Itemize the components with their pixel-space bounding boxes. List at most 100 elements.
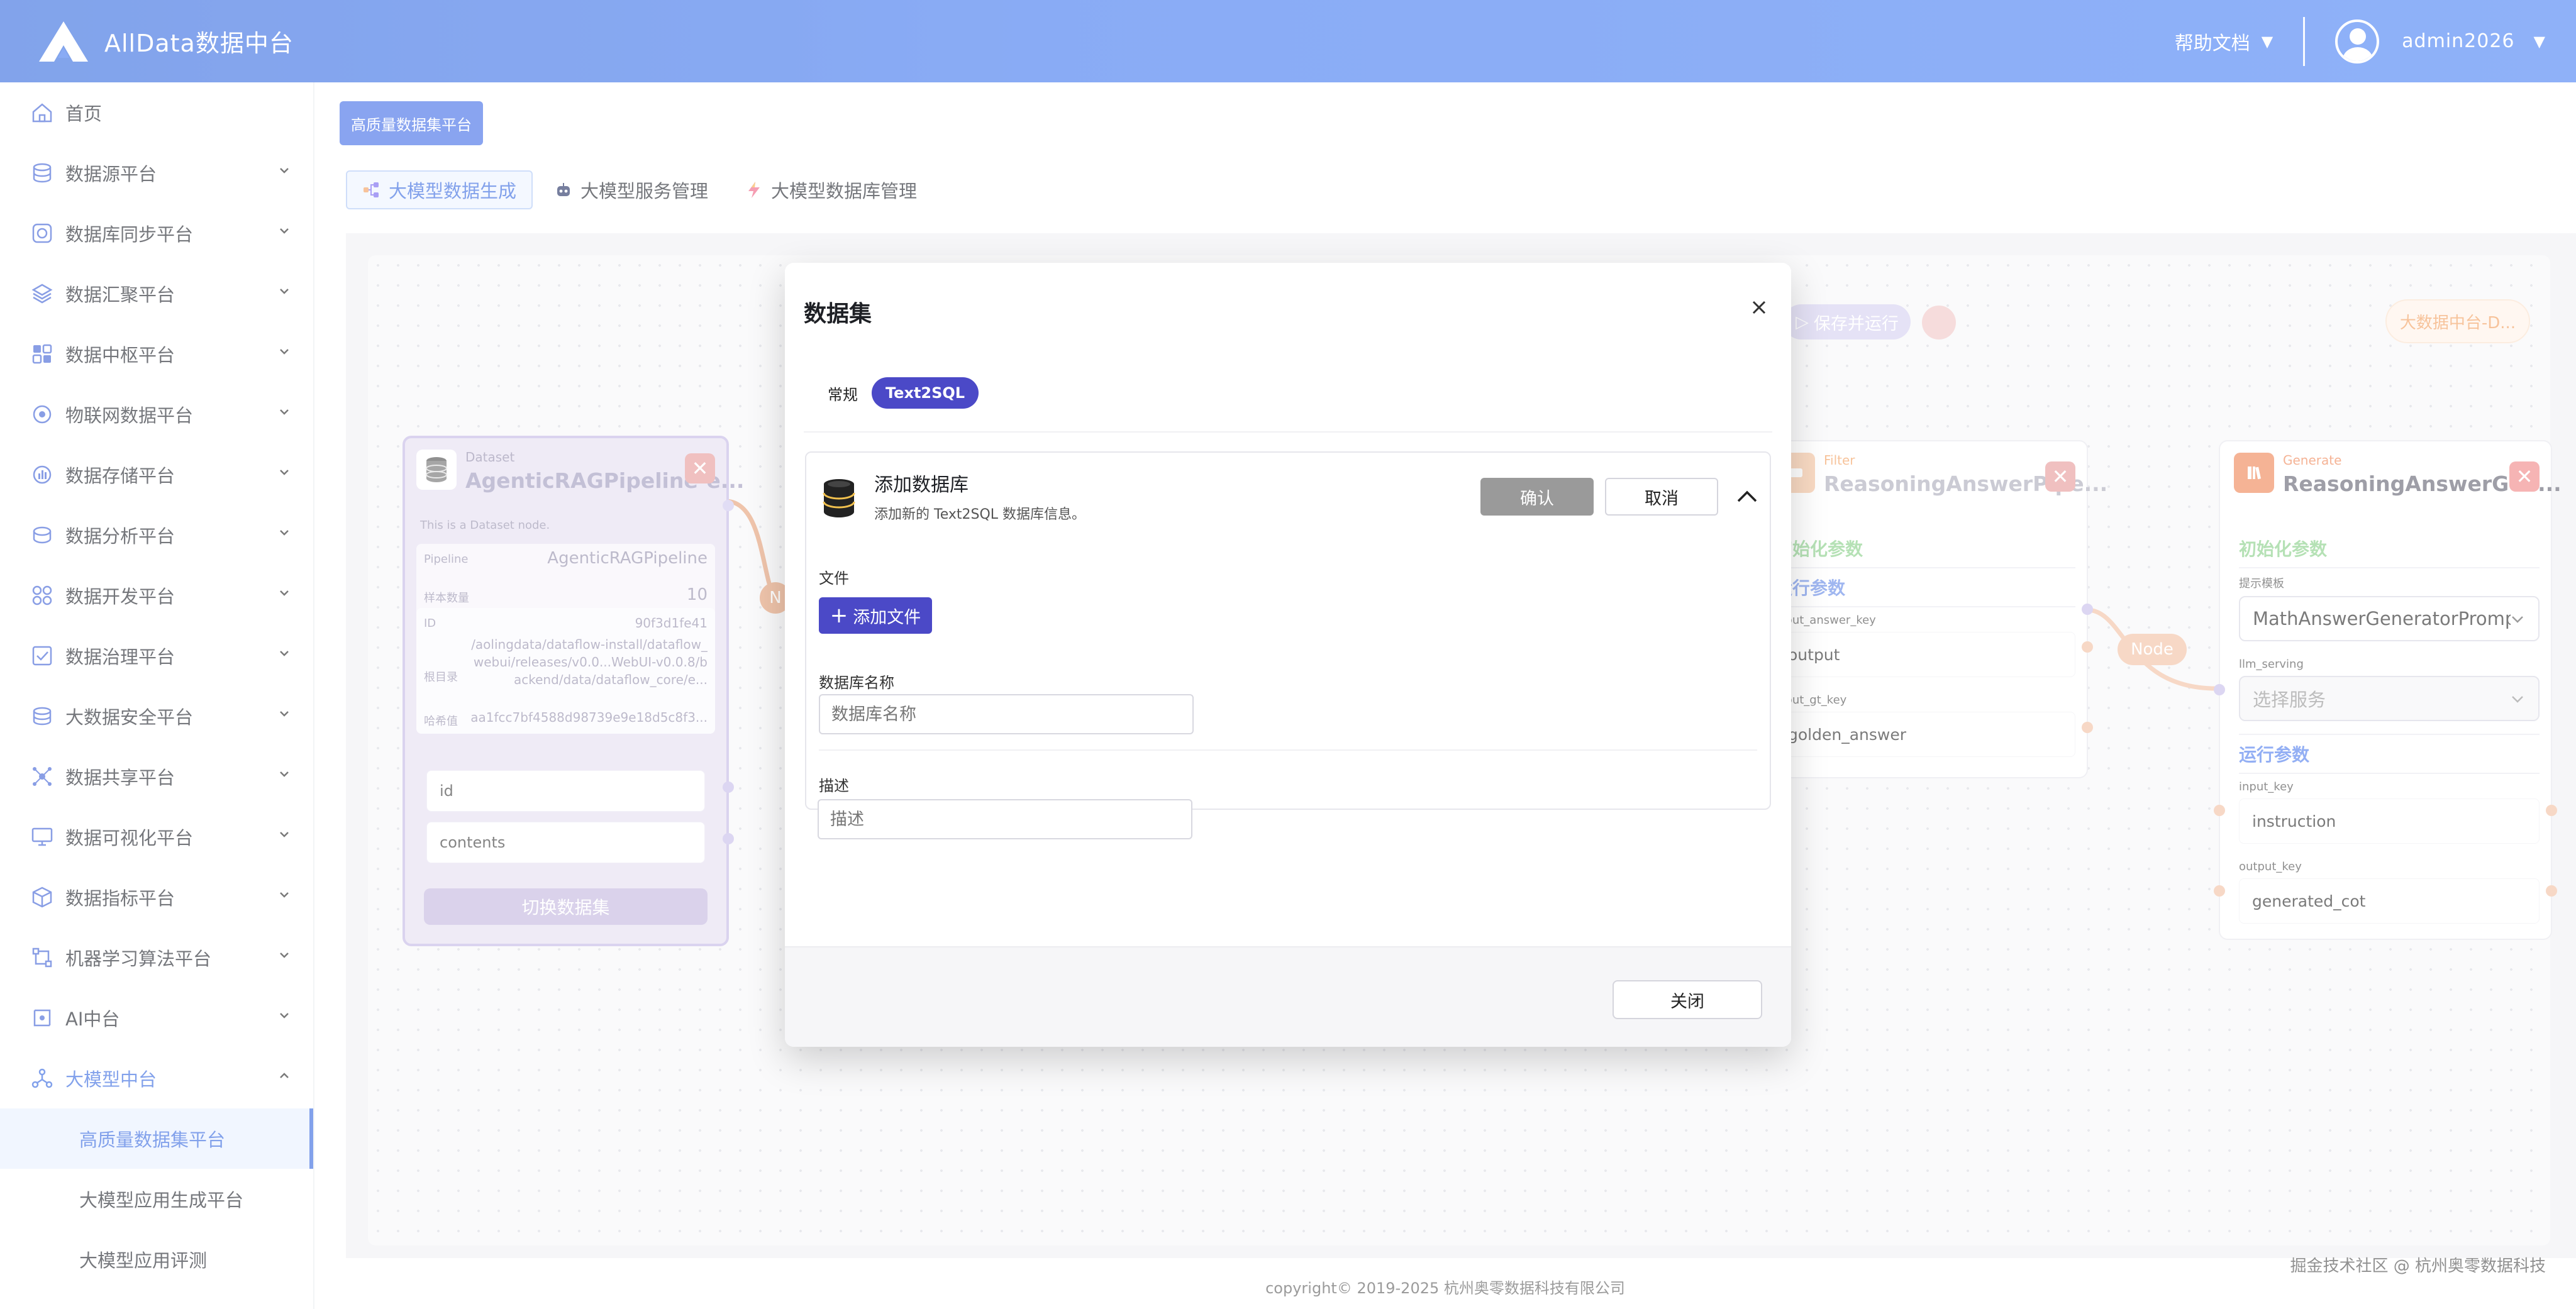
add-file-label: 添加文件: [853, 607, 921, 627]
generate-node[interactable]: Generate ReasoningAnswerGen... ✕ 初始化参数 提…: [2214, 440, 2562, 940]
chevron-up-icon[interactable]: [1735, 484, 1760, 509]
main-tabs: 大模型数据生成 大模型服务管理 大模型数据库管理: [346, 170, 932, 209]
tab-llm-db[interactable]: 大模型数据库管理: [730, 170, 932, 209]
dataset-modal: 数据集 常规 Text2SQL 添加数据库 添加新的 Text2SQL 数据库信…: [785, 263, 1791, 1047]
input-port[interactable]: [2214, 885, 2225, 897]
output-port[interactable]: [723, 500, 734, 511]
close-icon[interactable]: ✕: [2045, 461, 2075, 492]
output-port[interactable]: [723, 833, 734, 844]
sidebar-item-label: 数据共享平台: [65, 767, 175, 788]
sidebar-item[interactable]: 数据治理平台: [0, 626, 313, 686]
card-desc: 添加新的 Text2SQL 数据库信息。: [874, 507, 1086, 522]
sync-icon: [30, 221, 54, 245]
tab-llm-service[interactable]: 大模型服务管理: [539, 170, 723, 209]
param-value[interactable]: instruction: [2239, 798, 2540, 844]
chevron-down-icon: [280, 530, 289, 536]
tab-llm-data-gen[interactable]: 大模型数据生成: [346, 170, 533, 209]
sidebar-item[interactable]: 首页: [0, 82, 313, 143]
prompt-label: 提示模板: [2239, 577, 2284, 590]
sidebar-item[interactable]: 数据分析平台: [0, 505, 313, 565]
close-button[interactable]: 关闭: [1613, 980, 1762, 1019]
id-value: 90f3d1fe41: [635, 616, 708, 631]
sidebar-item-label: AI中台: [65, 1008, 120, 1030]
run-params-title: 运行参数: [2239, 744, 2310, 765]
output-port[interactable]: [2082, 722, 2093, 733]
llm-serving-select[interactable]: 选择服务: [2239, 676, 2540, 721]
save-and-run-button[interactable]: ▷ 保存并运行: [1784, 304, 1911, 340]
db-name-input[interactable]: [819, 694, 1194, 734]
sidebar-item[interactable]: 数据库同步平台: [0, 203, 313, 263]
divider: [2239, 773, 2540, 774]
edge-node-pill[interactable]: Node: [2118, 634, 2187, 665]
sidebar-subitem[interactable]: 大模型应用评测: [0, 1229, 313, 1290]
field-id[interactable]: id: [426, 770, 705, 812]
hash-value: aa1fcc7bf4588d98739e9e18d5c8f3...: [470, 710, 708, 725]
project-tag[interactable]: 大数据中台-D...: [2385, 299, 2530, 343]
llm-icon: [30, 1066, 54, 1090]
trash-icon[interactable]: [1922, 306, 1956, 340]
switch-dataset-button[interactable]: 切换数据集: [424, 888, 708, 925]
output-port[interactable]: [2082, 604, 2093, 615]
chevron-down-icon: [280, 953, 289, 958]
sidebar-item[interactable]: 数据指标平台: [0, 867, 313, 927]
sidebar-item[interactable]: 数据源平台: [0, 143, 313, 203]
serving-placeholder: 选择服务: [2253, 689, 2326, 710]
root-value: /aolingdata/dataflow-install/dataflow_we…: [471, 637, 708, 687]
param-label: input_key: [2239, 780, 2294, 793]
user-menu[interactable]: admin2026 ▼: [2402, 30, 2546, 52]
sidebar-item[interactable]: 数据可视化平台: [0, 807, 313, 867]
help-docs-label: 帮助文档: [2174, 32, 2250, 55]
chevron-down-icon: [280, 651, 289, 656]
close-icon[interactable]: ✕: [2509, 461, 2540, 492]
sidebar-item[interactable]: 大模型中台: [0, 1048, 313, 1108]
prompt-template-select[interactable]: MathAnswerGeneratorPromp: [2239, 596, 2540, 641]
add-file-button[interactable]: + 添加文件: [819, 597, 932, 634]
modal-footer: 关闭: [785, 946, 1791, 1047]
input-port[interactable]: [2214, 805, 2225, 816]
output-port[interactable]: [2546, 805, 2557, 816]
input-port[interactable]: [2214, 684, 2225, 695]
close-icon[interactable]: ✕: [685, 453, 715, 483]
sidebar-item[interactable]: AI中台: [0, 988, 313, 1048]
desc-label: 描述: [819, 777, 849, 795]
param-value[interactable]: golden_answer: [1775, 712, 2075, 757]
tab-label: 大模型数据库管理: [771, 180, 918, 202]
dataset-platform-tag[interactable]: 高质量数据集平台: [340, 101, 483, 145]
database-icon: [416, 450, 457, 490]
sidebar-item[interactable]: 数据存储平台: [0, 445, 313, 505]
param-value[interactable]: generated_cot: [2239, 878, 2540, 924]
dataset-node[interactable]: Dataset AgenticRAGPipeline-e... ✕ This i…: [402, 436, 744, 946]
logo[interactable]: AllData数据中台: [36, 19, 294, 64]
governance-icon: [30, 644, 54, 668]
tab-general[interactable]: 常规: [820, 377, 865, 409]
sidebar-item[interactable]: 数据共享平台: [0, 746, 313, 807]
cancel-button[interactable]: 取消: [1605, 478, 1718, 516]
sidebar-item[interactable]: 大数据安全平台: [0, 686, 313, 746]
sidebar-item[interactable]: 机器学习算法平台: [0, 927, 313, 988]
param-value[interactable]: output: [1775, 632, 2075, 677]
close-icon[interactable]: [1750, 298, 1768, 317]
param-label: input_answer_key: [1775, 614, 1876, 627]
sidebar-item-label: 数据存储平台: [65, 465, 175, 487]
output-port[interactable]: [723, 782, 734, 793]
sidebar-item-label: 数据分析平台: [65, 526, 175, 547]
output-port[interactable]: [2546, 885, 2557, 897]
sidebar-item[interactable]: 物联网数据平台: [0, 384, 313, 445]
chevron-down-icon: [280, 771, 289, 777]
field-contents[interactable]: contents: [426, 822, 705, 863]
help-docs-menu[interactable]: 帮助文档 ▼: [2175, 28, 2273, 55]
sidebar-subitem[interactable]: 大模型应用生成平台: [0, 1169, 313, 1229]
sample-label: 样本数量: [424, 592, 469, 605]
sidebar-item[interactable]: 数据中枢平台: [0, 324, 313, 384]
filter-node[interactable]: Filter ReasoningAnswerPipe... ✕ 初始化参数 运行…: [1755, 440, 2107, 778]
divider: [804, 431, 1772, 433]
tab-text2sql[interactable]: Text2SQL: [872, 377, 979, 409]
sidebar-item[interactable]: 数据开发平台: [0, 565, 313, 626]
sidebar-item[interactable]: 数据汇聚平台: [0, 263, 313, 324]
user-avatar-icon[interactable]: [2335, 19, 2380, 64]
sidebar-subitem[interactable]: 高质量数据集平台: [0, 1108, 313, 1169]
output-port[interactable]: [2082, 641, 2093, 653]
confirm-button[interactable]: 确认: [1480, 478, 1594, 516]
description-input[interactable]: [818, 799, 1192, 839]
root-label: 根目录: [424, 671, 458, 684]
